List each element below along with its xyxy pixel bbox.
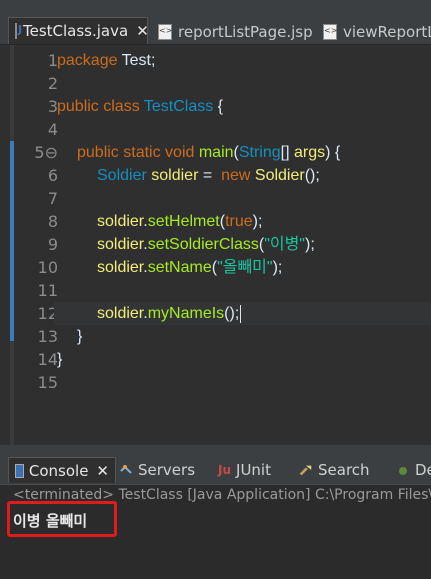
tab-reportlistpage-jsp[interactable]: reportListPage.jsp [158,19,313,44]
search-icon [299,465,312,476]
servers-icon [120,465,132,474]
debug-icon [399,467,407,475]
line-number: 12 [37,304,58,323]
line-number: 4 [47,120,58,139]
code-line-12: soldier.myNameIs(); [97,304,242,323]
text-caret [240,304,242,323]
code-line-14: } [57,351,63,368]
line-number: 13 [37,327,58,346]
code-line-8: soldier.setHelmet(true); [97,213,263,230]
tab-label: De [415,461,431,479]
editor-tab-bar: TestClass.java ✕ reportListPage.jsp view… [0,0,431,45]
tab-label: viewReportLis [343,22,431,41]
line-number: 7 [47,189,58,208]
console-tab-bar: Console ✕ Servers Ju JUnit Search De [0,453,431,484]
tab-search[interactable]: Search [299,457,370,483]
tab-console[interactable]: Console ✕ [8,457,116,483]
line-number: 10 [37,258,58,277]
code-line-9: soldier.setSoldierClass("이병"); [97,236,315,253]
tab-junit[interactable]: Ju JUnit [218,457,271,483]
tab-debug[interactable]: De [396,457,431,483]
tab-label: Console [28,461,89,480]
panel-splitter[interactable] [0,445,431,453]
console-icon [15,463,24,478]
junit-icon: Ju [218,463,232,477]
jsp-file-icon [158,23,172,40]
tab-viewreportlist[interactable]: viewReportLis [323,19,431,44]
code-line-3: public class TestClass { [57,98,224,115]
line-number: 11 [37,281,58,300]
tab-label: Servers [138,461,196,479]
line-number-gutter: 1 2 3 4 5⊖ 6 7 8 9 10 11 12 13 14 15 [14,45,58,445]
code-editor[interactable]: 1 2 3 4 5⊖ 6 7 8 9 10 11 12 13 14 15 pac… [0,45,431,445]
tab-label: reportListPage.jsp [178,22,313,41]
tab-testclass-java[interactable]: TestClass.java ✕ [8,17,149,44]
close-icon[interactable]: ✕ [96,462,109,480]
code-line-13: } [77,328,83,345]
line-number: 1 [47,51,58,70]
line-number: 8 [47,212,58,231]
line-number: 6 [47,166,58,185]
tab-label: TestClass.java [23,22,129,40]
tab-label: Search [318,461,370,479]
highlight-annotation-box [7,501,117,537]
line-number: 5⊖ [34,143,58,162]
code-line-6: Soldier soldier = new Soldier(); [97,167,320,184]
tab-label: JUnit [236,461,271,479]
tab-servers[interactable]: Servers [119,457,195,483]
close-icon[interactable]: ✕ [136,22,149,40]
java-file-icon [15,23,22,39]
line-number: 3 [47,97,58,116]
line-number: 15 [37,373,58,392]
code-line-5: public static void main(String[] args) { [77,144,341,161]
line-number: 14 [37,350,58,369]
code-line-10: soldier.setName("올빼미"); [97,259,283,276]
line-number: 9 [47,235,58,254]
line-number: 2 [47,74,58,93]
code-line-1: package Test; [57,52,156,69]
jsp-file-icon [323,23,337,40]
